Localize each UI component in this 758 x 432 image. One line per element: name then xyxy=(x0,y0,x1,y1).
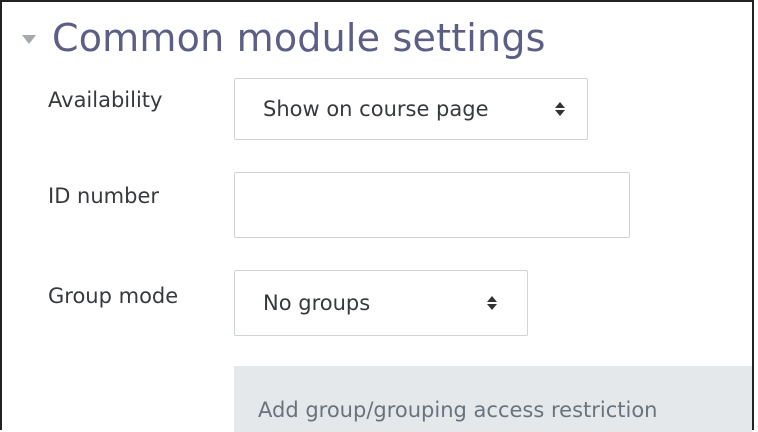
availability-selected-value: Show on course page xyxy=(263,97,489,121)
add-group-restriction-button[interactable]: Add group/grouping access restriction xyxy=(234,366,752,432)
id-number-input[interactable] xyxy=(234,172,630,238)
id-number-label: ID number xyxy=(48,184,159,208)
group-mode-select[interactable]: No groups xyxy=(234,270,528,336)
settings-panel: Common module settings Availability Show… xyxy=(0,0,754,432)
section-header[interactable]: Common module settings xyxy=(22,10,546,66)
group-mode-label: Group mode xyxy=(48,284,179,308)
availability-select[interactable]: Show on course page xyxy=(234,78,588,140)
sort-arrows-icon xyxy=(487,296,497,310)
group-mode-selected-value: No groups xyxy=(263,291,371,315)
sort-arrows-icon xyxy=(555,102,565,116)
caret-down-icon[interactable] xyxy=(22,34,36,44)
availability-label: Availability xyxy=(48,88,163,112)
section-title: Common module settings xyxy=(52,16,546,60)
